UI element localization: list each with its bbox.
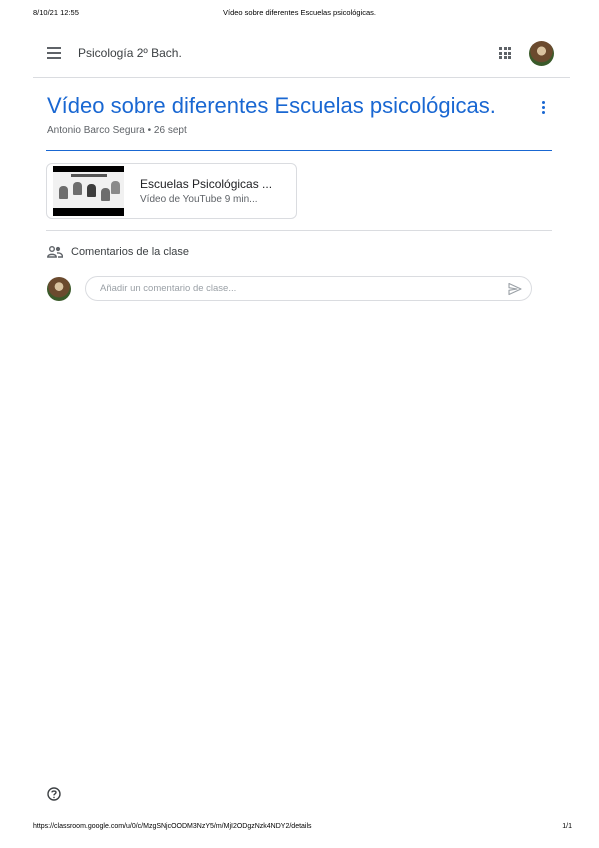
print-header: 8/10/21 12:55 Vídeo sobre diferentes Esc… [0, 8, 599, 20]
apps-icon[interactable] [499, 47, 511, 59]
attachment-title[interactable]: Escuelas Psicológicas ... [140, 177, 272, 191]
comments-divider [46, 230, 552, 231]
post-meta-separator: • [147, 125, 152, 136]
people-icon [47, 246, 63, 258]
commenter-avatar [47, 277, 71, 301]
post-title: Vídeo sobre diferentes Escuelas psicológ… [47, 93, 496, 118]
top-bar: Psicología 2º Bach. [33, 34, 570, 74]
send-icon[interactable] [508, 282, 522, 296]
account-avatar[interactable] [529, 41, 554, 66]
post-meta: Antonio Barco Segura • 26 sept [47, 125, 187, 136]
help-icon[interactable] [47, 787, 61, 801]
print-page-number: 1/1 [562, 823, 572, 830]
attachment-subtitle: Vídeo de YouTube 9 min... [140, 194, 258, 205]
title-divider [46, 150, 552, 151]
more-options-icon[interactable] [540, 101, 546, 117]
class-comment-box[interactable] [85, 276, 532, 301]
post-author: Antonio Barco Segura [47, 125, 145, 136]
class-name[interactable]: Psicología 2º Bach. [78, 46, 182, 60]
post-date: 26 sept [153, 125, 187, 136]
header-divider [33, 77, 570, 78]
print-page-title: Vídeo sobre diferentes Escuelas psicológ… [222, 8, 376, 17]
video-attachment[interactable]: Escuelas Psicológicas ... Vídeo de YouTu… [46, 163, 297, 219]
class-comment-input[interactable] [98, 282, 502, 295]
print-url: https://classroom.google.com/u/0/c/MzgSN… [33, 823, 312, 830]
menu-icon[interactable] [47, 47, 61, 59]
class-comments-label: Comentarios de la clase [71, 246, 190, 258]
video-thumbnail [53, 166, 124, 216]
